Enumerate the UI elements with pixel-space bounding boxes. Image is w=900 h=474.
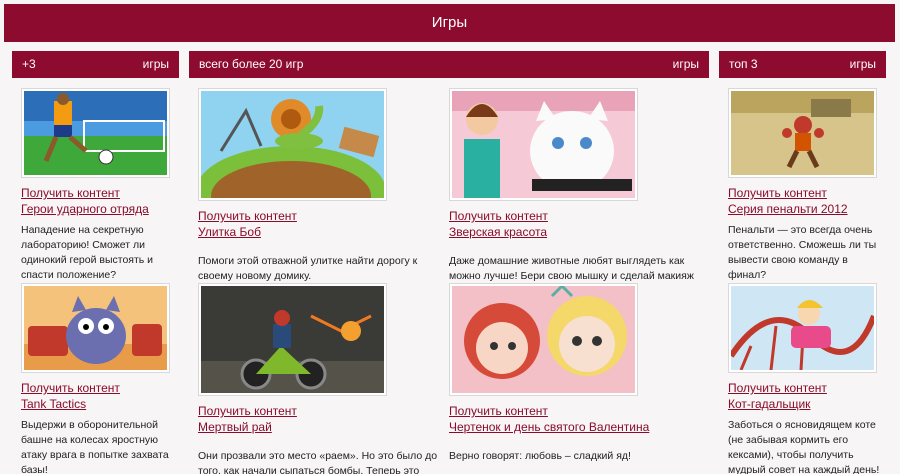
soccer-player-image xyxy=(24,91,167,175)
game-title-link[interactable]: Tank Tactics xyxy=(21,396,171,412)
game-card: Получить контент Герои ударного отряда Н… xyxy=(21,88,171,283)
game-description: Даже домашние животные любят выглядеть к… xyxy=(449,255,694,282)
game-thumbnail[interactable] xyxy=(198,88,387,201)
girls-valentine-image xyxy=(452,286,635,393)
get-content-link[interactable]: Получить контент xyxy=(449,404,709,419)
get-content-link[interactable]: Получить контент xyxy=(198,209,438,224)
game-description: Выдержи в оборонительной башне на колеса… xyxy=(21,419,169,474)
game-card: Получить контент Кот-гадальщик Заботься … xyxy=(728,283,880,474)
game-thumbnail[interactable] xyxy=(21,283,170,373)
game-description: Пенальти — это всегда очень ответственно… xyxy=(728,224,877,281)
boxer-image xyxy=(731,91,874,175)
get-content-link[interactable]: Получить контент xyxy=(198,404,438,419)
game-card: Получить контент Зверская красота Даже д… xyxy=(449,88,709,284)
game-title-link[interactable]: Герои ударного отряда xyxy=(21,201,171,217)
game-thumbnail[interactable] xyxy=(198,283,387,396)
page-title: Игры xyxy=(431,14,468,31)
game-card: Получить контент Улитка Боб Помоги этой … xyxy=(198,88,438,284)
get-content-link[interactable]: Получить контент xyxy=(728,186,878,201)
game-thumbnail[interactable] xyxy=(449,88,638,201)
rollercoaster-image xyxy=(731,286,874,370)
game-thumbnail[interactable] xyxy=(728,88,877,178)
get-content-link[interactable]: Получить контент xyxy=(21,186,171,201)
cat-tank-image xyxy=(24,286,167,370)
game-title-link[interactable]: Кот-гадальщик xyxy=(728,396,880,412)
game-description: Нападение на секретную лабораторию! Смож… xyxy=(21,224,154,281)
game-card: Получить контент Серия пенальти 2012 Пен… xyxy=(728,88,878,283)
game-card: Получить контент Tank Tactics Выдержи в … xyxy=(21,283,171,474)
game-description: Верно говорят: любовь – сладкий яд! xyxy=(449,450,631,462)
column-header-right: игры xyxy=(142,57,169,71)
game-thumbnail[interactable] xyxy=(21,88,170,178)
column-header-left: всего более 20 игр xyxy=(199,57,304,71)
column-plus3: +3 игры xyxy=(12,51,179,78)
column-top3: топ 3 игры xyxy=(719,51,886,78)
game-description: Заботься о ясновидящем коте (не забывая … xyxy=(728,419,880,474)
column-header: всего более 20 игр игры xyxy=(189,51,709,78)
girl-and-cat-image xyxy=(452,91,635,198)
game-title-link[interactable]: Улитка Боб xyxy=(198,224,438,240)
game-title-link[interactable]: Чертенок и день святого Валентина xyxy=(449,419,709,435)
get-content-link[interactable]: Получить контент xyxy=(728,381,880,396)
game-thumbnail[interactable] xyxy=(449,283,638,396)
game-title-link[interactable]: Зверская красота xyxy=(449,224,709,240)
game-card: Получить контент Чертенок и день святого… xyxy=(449,283,709,464)
game-title-link[interactable]: Мертвый рай xyxy=(198,419,438,435)
column-all-games: всего более 20 игр игры xyxy=(189,51,709,78)
game-card: Получить контент Мертвый рай Они прозвал… xyxy=(198,283,438,474)
get-content-link[interactable]: Получить контент xyxy=(449,209,709,224)
snail-image xyxy=(201,91,384,198)
column-header-right: игры xyxy=(672,57,699,71)
game-thumbnail[interactable] xyxy=(728,283,877,373)
game-description: Помоги этой отважной улитке найти дорогу… xyxy=(198,255,418,282)
column-header: топ 3 игры xyxy=(719,51,886,78)
get-content-link[interactable]: Получить контент xyxy=(21,381,171,396)
motorbike-image xyxy=(201,286,384,393)
column-header: +3 игры xyxy=(12,51,179,78)
column-header-left: +3 xyxy=(22,57,36,71)
game-description: Они прозвали это место «раем». Но это бы… xyxy=(198,450,438,474)
column-header-right: игры xyxy=(849,57,876,71)
column-header-left: топ 3 xyxy=(729,57,758,71)
game-title-link[interactable]: Серия пенальти 2012 xyxy=(728,201,878,217)
page-header: Игры xyxy=(4,4,895,42)
